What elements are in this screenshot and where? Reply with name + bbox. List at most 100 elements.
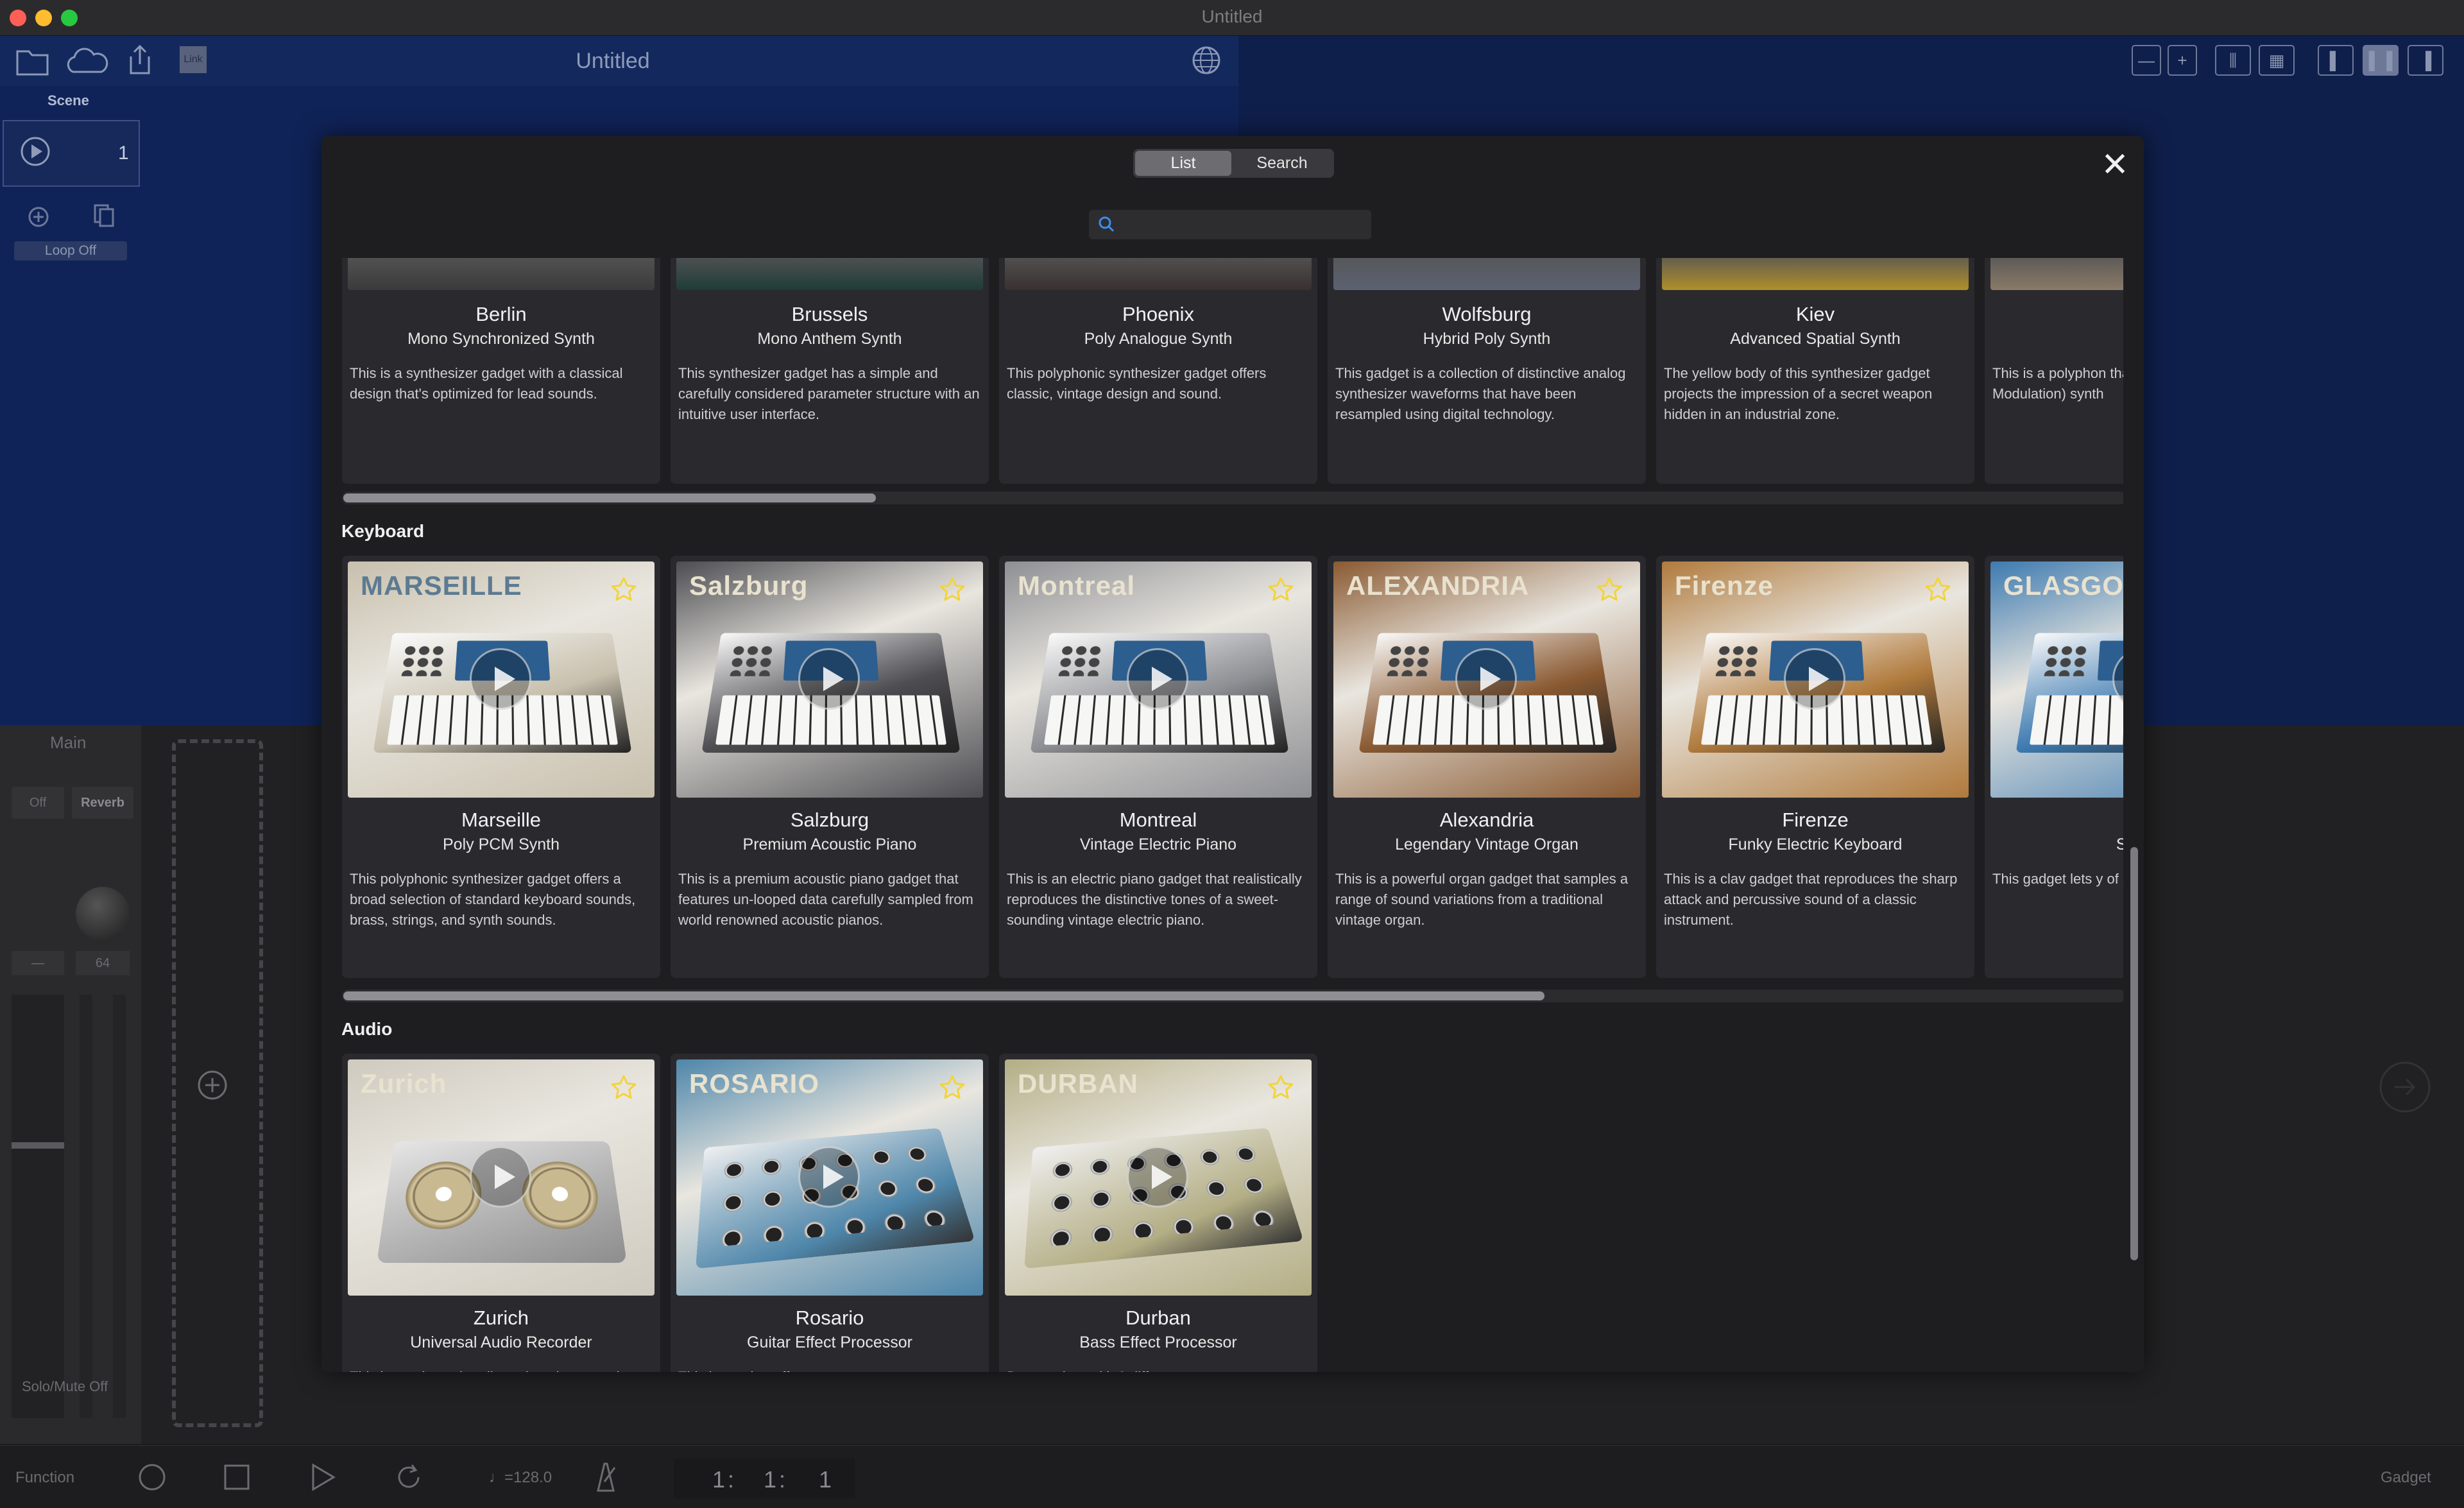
gadget-thumbnail[interactable]: Zurich [348,1059,654,1296]
gadget-card-berlin[interactable]: Berlin Mono Synchronized Synth This is a s… [342,258,660,484]
play-preview-icon[interactable] [1784,648,1845,710]
stop-icon[interactable] [221,1461,253,1493]
gadget-description: This is a clav gadget that reproduces th… [1664,871,1958,928]
gadget-card-rosario[interactable]: ROSARIO Rosario Guitar Effect Processor Thi… [671,1054,989,1372]
next-arrow-icon[interactable] [2378,1060,2432,1114]
tab-search[interactable]: Search [1234,151,1330,176]
gadget-name: Phoenix [1122,303,1195,325]
gadget-thumbnail[interactable]: Salzburg [676,561,983,798]
function-button[interactable]: Function [15,1469,74,1487]
gadget-thumbnail[interactable] [1662,258,1969,290]
gadget-thumbnail[interactable]: ALEXANDRIA [1333,561,1640,798]
gadget-card-marseille[interactable]: MARSEILLE Marseille Poly PCM Synth This pol… [342,556,660,978]
globe-icon[interactable] [1191,45,1222,76]
gadget-card-zurich[interactable]: Zurich Zurich Universal Audio Recorder This… [342,1054,660,1372]
gadget-card-wolfsburg[interactable]: Wolfsburg Hybrid Poly Synth This gadget is… [1328,258,1646,484]
gadget-name: Zurich [473,1307,529,1329]
favorite-star-icon[interactable] [610,1074,638,1102]
gadget-card-firenze[interactable]: Firenze Firenze Funky Electric Keyboard Thi… [1656,556,1974,978]
mixer-view-button[interactable]: ⫼ [2215,45,2251,76]
play-preview-icon[interactable] [798,1146,860,1208]
gadget-card-salzburg[interactable]: Salzburg Salzburg Premium Acoustic Piano Th… [671,556,989,978]
gadget-thumbnail[interactable] [676,258,983,290]
favorite-star-icon[interactable] [938,1074,966,1102]
zoom-out-button[interactable]: — [2132,45,2161,76]
gadget-button[interactable]: Gadget [2381,1469,2431,1487]
folder-icon[interactable] [15,46,50,76]
favorite-star-icon[interactable] [610,576,638,604]
scrollbar-thumb[interactable] [343,991,1544,1000]
close-icon[interactable]: ✕ [2098,148,2132,182]
keyboard-row-scrollbar[interactable] [342,990,2123,1002]
gadget-thumbnail[interactable]: GLASGO [1990,561,2123,798]
gadget-card-brussels[interactable]: Brussels Mono Anthem Synth This synthesize… [671,258,989,484]
gadget-subtitle: VP [1985,330,2123,348]
play-icon[interactable] [307,1461,339,1493]
metronome-icon[interactable] [589,1460,621,1495]
volume-fader[interactable] [12,995,64,1418]
gadget-card-kiev[interactable]: Kiev Advanced Spatial Synth The yellow bod… [1656,258,1974,484]
gadget-card-montreal[interactable]: Montreal Montreal Vintage Electric Piano Th… [999,556,1317,978]
add-scene-icon[interactable] [26,204,51,230]
play-preview-icon[interactable] [1127,648,1188,710]
gadget-thumbnail[interactable]: Firenze [1662,561,1969,798]
tab-list[interactable]: List [1135,151,1231,176]
scrollbar-thumb[interactable] [2130,847,2138,1260]
keyboard-view-button[interactable]: ▦ [2259,45,2295,76]
gadget-thumbnail[interactable] [1005,258,1312,290]
reverb-button[interactable]: Reverb [72,787,133,819]
duplicate-scene-icon[interactable] [91,203,117,228]
browser-scrollbar[interactable] [2128,258,2139,1372]
favorite-star-icon[interactable] [1267,1074,1295,1102]
gadget-thumbnail[interactable]: MARSEILLE [348,561,654,798]
scrollbar-thumb[interactable] [343,493,876,502]
gadget-thumbnail[interactable] [1333,258,1640,290]
favorite-star-icon[interactable] [938,576,966,604]
fader-handle[interactable] [12,1142,64,1149]
gadget-name: Montreal [1119,809,1197,831]
share-icon[interactable] [126,44,154,76]
send-knob[interactable] [76,887,130,941]
left-pane-button[interactable]: ▌ [2318,45,2354,76]
gadget-subtitle: Advanced Spatial Synth [1730,330,1901,348]
link-button[interactable]: Link [180,46,207,73]
play-preview-icon[interactable] [470,648,531,710]
gadget-card-durban[interactable]: DURBAN Durban Bass Effect Processor Bass ga… [999,1054,1317,1372]
gadget-thumbnail[interactable] [348,258,654,290]
gadget-subtitle: Mono Anthem Synth [757,330,902,348]
gadget-card-g[interactable]: GLASGO G Superio This gadget lets y of soun… [1985,556,2123,978]
loop-toggle[interactable]: Loop Off [14,241,127,261]
favorite-star-icon[interactable] [1267,576,1295,604]
gadget-subtitle: Poly PCM Synth [442,835,560,853]
play-preview-icon[interactable] [1455,648,1517,710]
tempo-display[interactable]: ♩=128.0 [489,1469,552,1487]
gadget-logo: ALEXANDRIA [1346,570,1530,601]
window-titlebar: Untitled [0,0,2464,36]
zoom-in-button[interactable]: + [2168,45,2197,76]
favorite-star-icon[interactable] [1924,576,1952,604]
play-preview-icon[interactable] [798,648,860,710]
play-scene-icon[interactable] [19,135,51,167]
gadget-description: This polyphonic synthesizer gadget offer… [350,871,636,928]
cloud-icon[interactable] [64,47,109,76]
split-pane-button[interactable]: ▌▐ [2363,45,2399,76]
loop-icon[interactable] [393,1461,425,1493]
play-preview-icon[interactable] [1127,1146,1188,1208]
right-pane-button[interactable]: ▐ [2408,45,2443,76]
search-input[interactable] [1089,210,1371,239]
gadget-card-alexandria[interactable]: ALEXANDRIA Alexandria Legendary Vintage Or… [1328,556,1646,978]
effect-off-button[interactable]: Off [12,787,64,819]
gadget-thumbnail[interactable]: DURBAN [1005,1059,1312,1296]
add-track-icon[interactable] [195,1068,230,1102]
gadget-description: This is a polyphon that features VPM Mod… [1992,365,2123,402]
gadget-card-ch[interactable]: Ch VP This is a polyphon that features VPM… [1985,258,2123,484]
play-preview-icon[interactable] [470,1146,531,1208]
pan-value: — [12,951,64,975]
record-icon[interactable] [136,1461,168,1493]
gadget-thumbnail[interactable]: Montreal [1005,561,1312,798]
gadget-card-phoenix[interactable]: Phoenix Poly Analogue Synth This polyphoni… [999,258,1317,484]
gadget-thumbnail[interactable] [1990,258,2123,290]
synth-row-scrollbar[interactable] [342,492,2123,504]
gadget-thumbnail[interactable]: ROSARIO [676,1059,983,1296]
favorite-star-icon[interactable] [1595,576,1623,604]
